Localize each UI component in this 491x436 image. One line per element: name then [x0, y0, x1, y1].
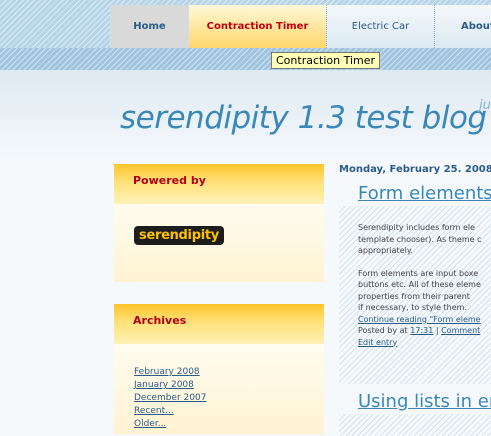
post-time-link[interactable]: 17:31 — [410, 326, 433, 335]
post-paragraph: Serendipity includes form ele template c… — [358, 222, 491, 257]
post-text-line: Serendipity includes form ele — [358, 223, 476, 232]
post-body — [339, 414, 491, 436]
sidebar-powered-box: Powered by serendipity — [114, 164, 324, 282]
post-body: Serendipity includes form ele template c… — [339, 206, 491, 384]
post-text-line: Form elements are input boxe — [358, 268, 479, 278]
blog-title[interactable]: serendipity 1.3 test blog — [120, 100, 487, 136]
archive-link[interactable]: January 2008 — [134, 379, 324, 392]
post-text-line: template chooser). As theme c — [358, 234, 482, 244]
post-title[interactable]: Using lists in en — [358, 391, 491, 412]
serendipity-logo[interactable]: serendipity — [134, 226, 224, 245]
separator: | — [435, 326, 439, 335]
post-text-line: appropriately. — [358, 246, 413, 255]
posted-at-label: at — [399, 326, 408, 335]
sidebar-powered-body: serendipity — [114, 204, 324, 282]
sidebar-powered-title: Powered by — [114, 164, 324, 204]
archive-link-older[interactable]: Older... — [134, 418, 324, 431]
edit-entry-link[interactable]: Edit entry — [358, 338, 397, 347]
tab-home[interactable]: Home — [110, 5, 188, 48]
post-title[interactable]: Form elements — [358, 183, 491, 204]
archive-link-recent[interactable]: Recent... — [134, 405, 324, 418]
archive-link[interactable]: February 2008 — [134, 366, 324, 379]
tooltip: Contraction Timer — [271, 52, 381, 69]
header-band-lower — [0, 48, 491, 70]
post-text-line: if necessary, to style them. — [358, 303, 468, 312]
sidebar-archives-body: February 2008 January 2008 December 2007… — [114, 344, 324, 434]
tab-electric-car[interactable]: Electric Car — [326, 5, 434, 48]
archive-link[interactable]: December 2007 — [134, 392, 324, 405]
post-paragraph: Form elements are input boxe buttons etc… — [358, 268, 491, 349]
sidebar-archives-box: Archives February 2008 January 2008 Dece… — [114, 304, 324, 434]
posted-by-label: Posted by — [358, 326, 398, 335]
post-date: Monday, February 25. 2008 — [339, 164, 491, 175]
tab-about[interactable]: About — [434, 5, 491, 48]
sidebar-archives-title: Archives — [114, 304, 324, 344]
tab-contraction-timer[interactable]: Contraction Timer — [188, 5, 326, 48]
post-text-line: buttons etc. All of these eleme — [358, 280, 481, 289]
continue-reading-link[interactable]: Continue reading "Form eleme — [358, 315, 481, 324]
post-text-line: properties from their parent — [358, 291, 470, 301]
comments-link[interactable]: Comment — [441, 326, 480, 335]
blog-description: ju — [479, 98, 491, 113]
